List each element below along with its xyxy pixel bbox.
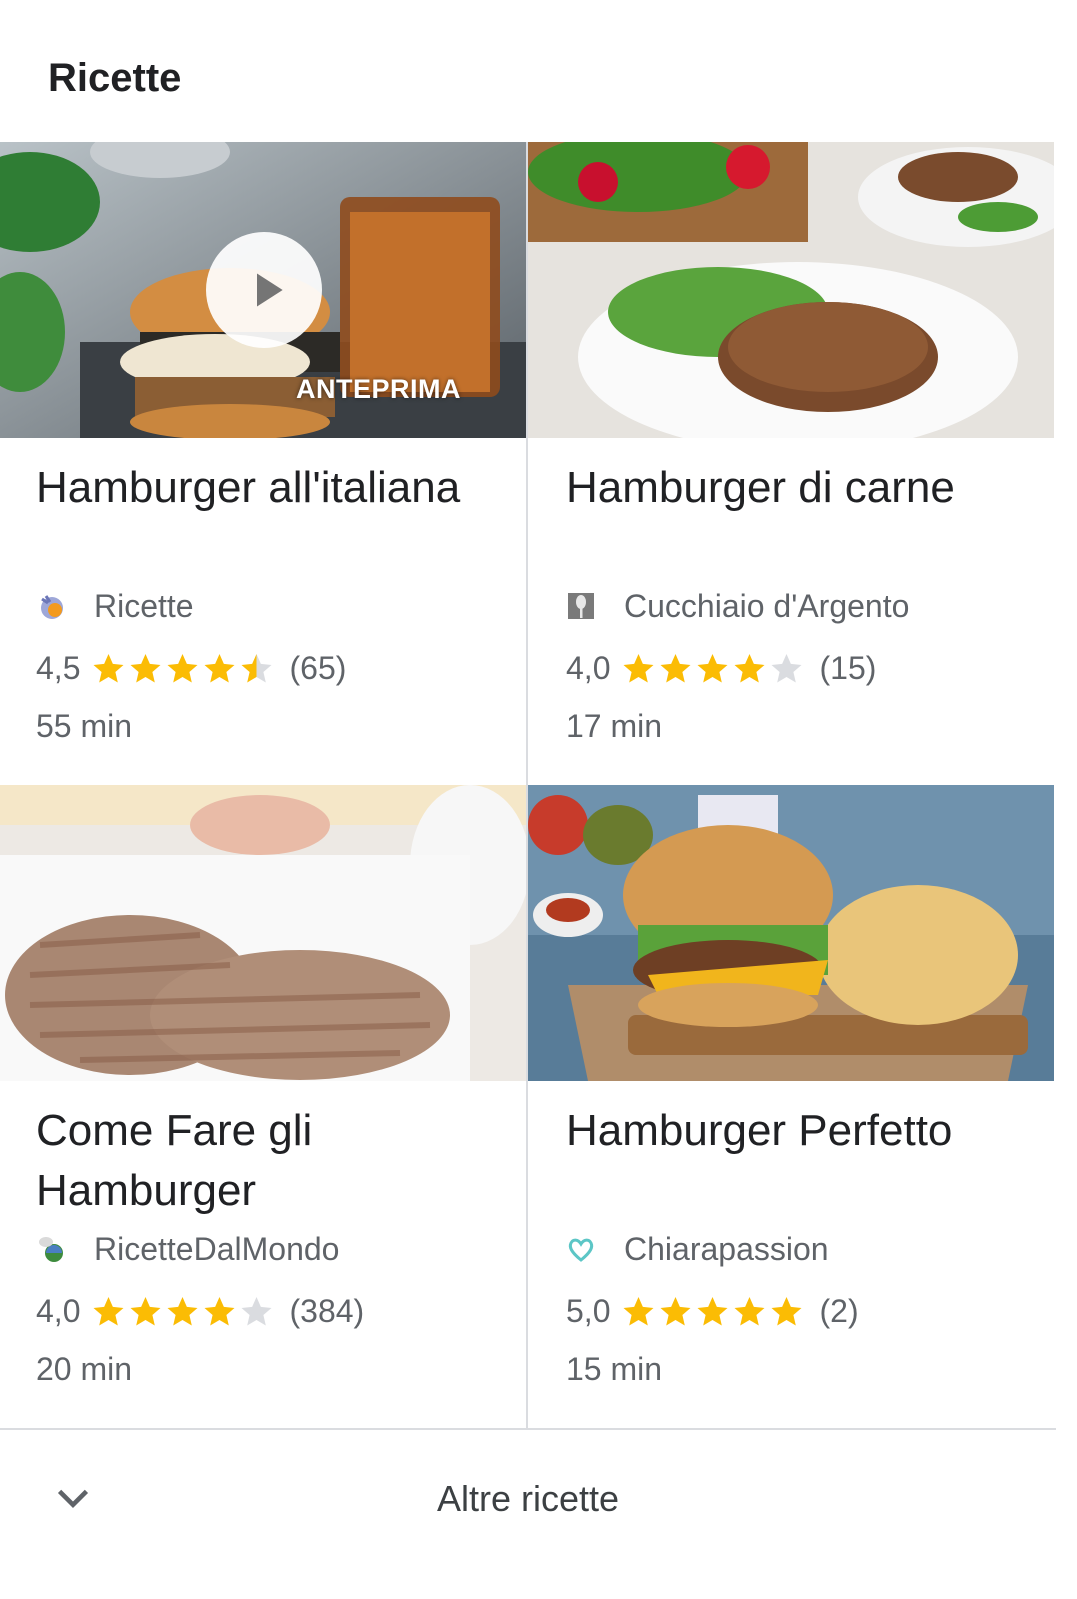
recipe-thumbnail[interactable] xyxy=(0,785,526,1081)
recipes-card: Ricette ANTEPRIMA Hamburger all'italiana… xyxy=(0,0,1056,1568)
cook-time: 17 min xyxy=(566,708,663,744)
review-count: (2) xyxy=(819,1293,859,1329)
star-icon xyxy=(167,653,198,682)
star-icon xyxy=(167,1296,198,1325)
recipe-card-hamburger-di-carne[interactable]: Hamburger di carne Cucchiaio d'Argento 4… xyxy=(528,142,1054,785)
star-icon xyxy=(241,653,272,682)
chef-mascot-icon xyxy=(41,595,63,619)
star-icon xyxy=(93,1296,124,1325)
recipe-thumbnail[interactable] xyxy=(528,785,1054,1081)
play-icon[interactable] xyxy=(206,232,322,348)
source-name: RicetteDalMondo xyxy=(94,1230,340,1267)
star-rating xyxy=(620,1294,805,1330)
recipe-thumbnail[interactable] xyxy=(528,142,1054,438)
recipe-title[interactable]: Hamburger di carne xyxy=(566,458,1036,518)
recipe-card-come-fare-hamburger[interactable]: Come Fare gli Hamburger RicetteDalMondo … xyxy=(0,785,526,1428)
star-rating xyxy=(90,651,275,687)
cook-time: 15 min xyxy=(566,1351,663,1387)
star-icon xyxy=(771,1296,802,1325)
rating-value: 4,0 xyxy=(566,650,611,686)
spoon-icon xyxy=(568,593,594,619)
rating-row: 4,0 (384) xyxy=(36,1293,364,1330)
star-icon xyxy=(93,653,124,682)
more-recipes-button[interactable]: Altre ricette xyxy=(0,1430,1056,1568)
review-count: (65) xyxy=(289,650,347,686)
recipe-source: RicetteDalMondo xyxy=(36,1229,339,1269)
star-icon xyxy=(734,1296,765,1325)
review-count: (384) xyxy=(289,1293,365,1329)
star-icon xyxy=(697,653,728,682)
rating-value: 5,0 xyxy=(566,1293,611,1329)
recipe-title[interactable]: Hamburger all'italiana xyxy=(36,458,506,518)
recipe-source: Chiarapassion xyxy=(566,1229,829,1269)
recipe-card-hamburger-perfetto[interactable]: Hamburger Perfetto Chiarapassion 5,0 (2) xyxy=(528,785,1054,1428)
more-recipes-label: Altre ricette xyxy=(436,1478,620,1519)
rating-value: 4,5 xyxy=(36,650,81,686)
star-icon xyxy=(623,1296,654,1325)
star-rating xyxy=(620,651,805,687)
recipe-card-hamburger-italiana[interactable]: ANTEPRIMA Hamburger all'italiana Ricette… xyxy=(0,142,526,785)
rating-value: 4,0 xyxy=(36,1293,81,1329)
grid-divider-vertical xyxy=(526,142,528,1428)
star-icon xyxy=(241,1296,272,1325)
star-icon xyxy=(204,653,235,682)
star-icon xyxy=(734,653,765,682)
star-icon xyxy=(623,653,654,682)
section-title: Ricette xyxy=(48,56,182,100)
star-icon xyxy=(771,653,802,682)
recipes-grid: ANTEPRIMA Hamburger all'italiana Ricette… xyxy=(0,142,1056,1430)
source-name: Ricette xyxy=(94,587,194,624)
rating-row: 4,0 (15) xyxy=(566,650,876,687)
source-name: Cucchiaio d'Argento xyxy=(624,587,910,624)
star-icon xyxy=(660,1296,691,1325)
star-icon xyxy=(204,1296,235,1325)
cook-time: 20 min xyxy=(36,1351,133,1387)
star-icon xyxy=(130,1296,161,1325)
preview-badge: ANTEPRIMA xyxy=(296,374,461,404)
rating-row: 4,5 (65) xyxy=(36,650,346,687)
recipe-title[interactable]: Hamburger Perfetto xyxy=(566,1101,1036,1161)
recipe-title[interactable]: Come Fare gli Hamburger xyxy=(36,1101,506,1221)
star-icon xyxy=(660,653,691,682)
recipe-thumbnail[interactable]: ANTEPRIMA xyxy=(0,142,526,438)
globe-chef-icon xyxy=(39,1237,63,1262)
star-icon xyxy=(130,653,161,682)
heart-icon xyxy=(568,1238,594,1262)
star-rating xyxy=(90,1294,275,1330)
recipe-source: Ricette xyxy=(36,586,194,626)
cook-time: 55 min xyxy=(36,708,133,744)
recipe-source: Cucchiaio d'Argento xyxy=(566,586,909,626)
rating-row: 5,0 (2) xyxy=(566,1293,859,1330)
review-count: (15) xyxy=(819,650,877,686)
source-name: Chiarapassion xyxy=(624,1230,829,1267)
star-icon xyxy=(697,1296,728,1325)
